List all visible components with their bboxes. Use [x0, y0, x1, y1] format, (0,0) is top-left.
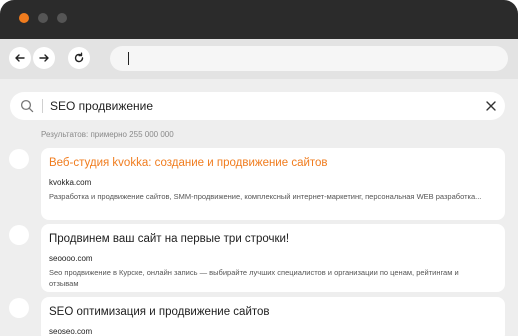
- reload-button[interactable]: [68, 47, 90, 69]
- title-bar: [0, 0, 518, 39]
- address-bar[interactable]: [110, 46, 508, 71]
- reload-icon: [74, 52, 84, 63]
- search-page: SEO продвижение Результатов: примерно 25…: [0, 79, 518, 336]
- arrow-left-icon: [15, 54, 25, 62]
- back-button[interactable]: [9, 47, 31, 69]
- search-result[interactable]: Продвинем ваш сайт на первые три строчки…: [41, 224, 505, 292]
- search-result[interactable]: Веб-студия kvokka: создание и продвижени…: [41, 148, 505, 220]
- result-description: Seo продвижение в Курске, онлайн запись …: [49, 268, 459, 288]
- result-url[interactable]: kvokka.com: [49, 178, 91, 187]
- result-title[interactable]: Веб-студия kvokka: создание и продвижени…: [49, 157, 328, 169]
- arrow-right-icon: [39, 54, 49, 62]
- clear-icon[interactable]: [485, 100, 497, 112]
- result-description: Разработка и продвижение сайтов, SMM-про…: [49, 192, 482, 201]
- text-cursor: [128, 52, 129, 65]
- browser-window: SEO продвижение Результатов: примерно 25…: [0, 0, 518, 336]
- minimize-dot[interactable]: [38, 13, 48, 23]
- search-box[interactable]: SEO продвижение: [10, 92, 505, 120]
- maximize-dot[interactable]: [57, 13, 67, 23]
- result-title[interactable]: SEO оптимизация и продвижение сайтов: [49, 306, 270, 318]
- result-favicon: [9, 298, 29, 318]
- result-favicon: [9, 225, 29, 245]
- result-url[interactable]: seoseo.com: [49, 327, 92, 336]
- search-input[interactable]: SEO продвижение: [50, 99, 153, 113]
- search-result[interactable]: SEO оптимизация и продвижение сайтов seo…: [41, 297, 505, 336]
- result-favicon: [9, 149, 29, 169]
- search-divider: [42, 99, 43, 113]
- forward-button[interactable]: [33, 47, 55, 69]
- results-count: Результатов: примерно 255 000 000: [41, 130, 174, 139]
- result-url[interactable]: seoooo.com: [49, 254, 93, 263]
- close-dot[interactable]: [19, 13, 29, 23]
- search-icon[interactable]: [20, 99, 34, 113]
- browser-toolbar: [0, 39, 518, 79]
- result-title[interactable]: Продвинем ваш сайт на первые три строчки…: [49, 233, 289, 245]
